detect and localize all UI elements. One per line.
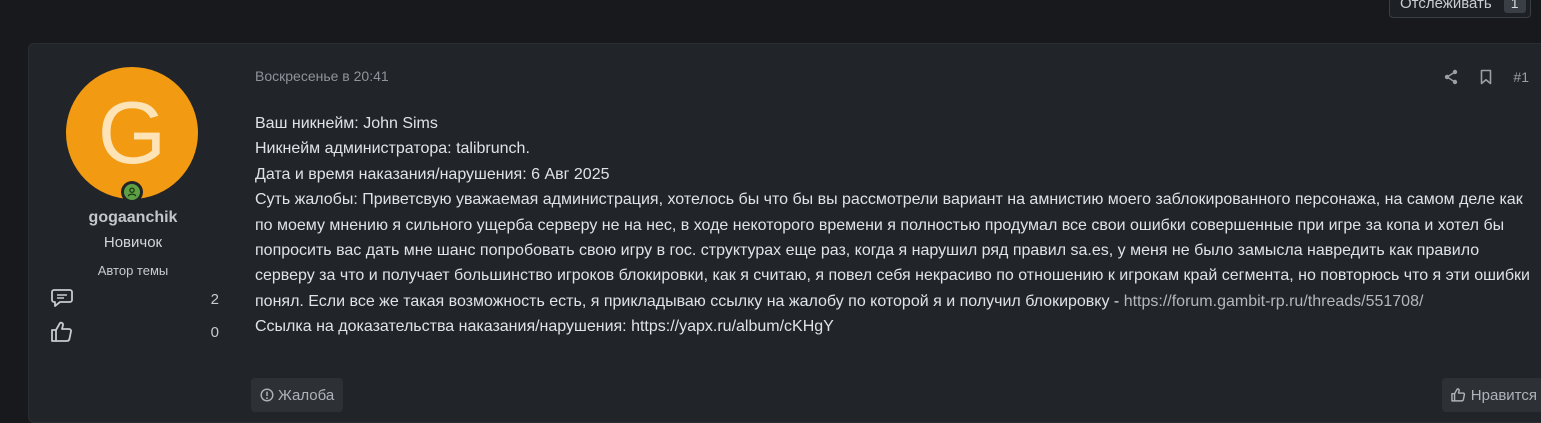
report-label: Жалоба (278, 386, 335, 404)
thumbs-up-icon (51, 321, 72, 342)
thread-starter-badge: Автор темы (97, 263, 169, 278)
thumbs-up-icon (1451, 388, 1465, 402)
user-online-icon (127, 187, 137, 197)
like-button[interactable]: Нравится (1441, 378, 1541, 412)
like-label: Нравится (1470, 386, 1537, 404)
post-actions: #1 (1443, 69, 1529, 85)
report-button[interactable]: Жалоба (251, 378, 344, 412)
post-number-link[interactable]: #1 (1513, 69, 1529, 85)
warning-circle-icon (260, 388, 274, 402)
messages-icon (51, 289, 73, 307)
messages-count: 2 (210, 290, 219, 308)
user-title: Новичок (103, 234, 163, 251)
online-indicator (121, 181, 143, 203)
post-message: G gogaanchik Новичок Автор темы 2 0 Воск… (28, 43, 1541, 423)
nickname-line: Ваш никнейм: John Sims (255, 115, 438, 132)
essence-link[interactable]: https://forum.gambit-rp.ru/threads/55170… (1124, 293, 1424, 310)
avatar[interactable]: G (66, 67, 198, 199)
username-link[interactable]: gogaanchik (29, 209, 237, 227)
post-body: Ваш никнейм: John Sims Никнейм администр… (255, 111, 1541, 340)
user-stat-reactions: 0 (49, 320, 219, 344)
post-user-panel: G gogaanchik Новичок Автор темы 2 0 (29, 44, 237, 422)
post-date[interactable]: Воскресенье в 20:41 (255, 68, 389, 84)
share-icon[interactable] (1443, 69, 1459, 85)
post-content: Воскресенье в 20:41 #1 Ваш никнейм: John… (251, 44, 1541, 422)
admin-line: Никнейм администратора: talibrunch. (255, 140, 530, 158)
bookmark-icon[interactable] (1479, 69, 1493, 85)
evidence-line: Ссылка на доказательства наказания/наруш… (255, 318, 834, 336)
essence-line: Суть жалобы: Приветсвую уважаемая админи… (255, 187, 1541, 314)
reactions-count: 0 (210, 323, 219, 341)
watch-thread-button[interactable]: Отслеживать 1 (1389, 0, 1531, 18)
datetime-line: Дата и время наказания/нарушения: 6 Авг … (255, 165, 610, 183)
avatar-initial: G (97, 83, 167, 182)
watch-label: Отслеживать (1400, 0, 1492, 12)
user-stat-messages: 2 (49, 287, 219, 311)
watch-count-badge: 1 (1503, 0, 1526, 13)
